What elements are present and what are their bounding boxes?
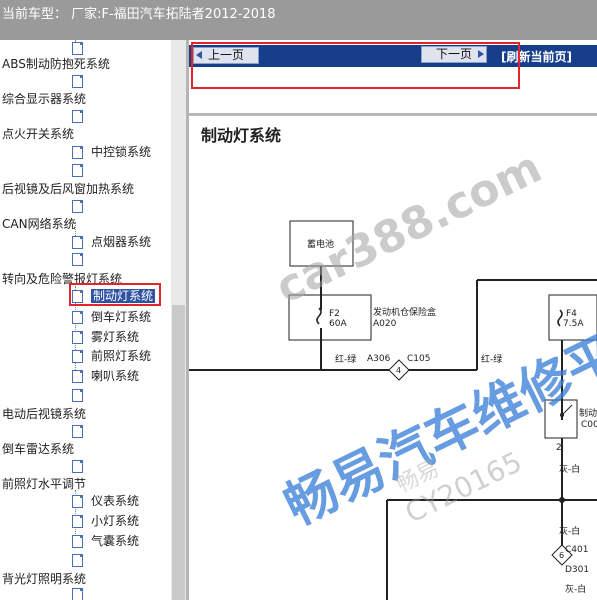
system-tree-sidebar: ABS制动防抱死系统 综合显示器系统 点火开关系统 中控锁系统 后视镜及后风窗加… — [0, 40, 186, 600]
tree-doc-icon — [72, 460, 84, 473]
tree-doc-icon — [72, 110, 84, 123]
document-icon — [72, 554, 83, 567]
connector-c105-pin: 4 — [396, 366, 401, 375]
document-icon — [72, 253, 83, 266]
tree-category[interactable]: 点火开关系统 — [2, 127, 74, 141]
tree-doc-icon — [72, 253, 84, 266]
document-icon — [72, 350, 83, 363]
tree-leaf-label: 前照灯系统 — [91, 349, 152, 363]
tree-leaf[interactable]: 中控锁系统 — [72, 145, 151, 159]
tree-leaf[interactable]: 喇叭系统 — [72, 369, 139, 383]
tree-category[interactable]: ABS制动防抱死系统 — [2, 57, 110, 71]
document-icon — [72, 588, 83, 600]
wire-grey-white-label-2: 灰-白 — [559, 525, 580, 537]
tree-leaf-label: 小灯系统 — [91, 514, 140, 528]
document-icon — [72, 164, 83, 177]
tree-leaf-label: 中控锁系统 — [91, 145, 152, 159]
tree-doc-icon — [72, 200, 84, 213]
document-icon — [72, 495, 83, 508]
nav-highlight-box — [191, 42, 520, 89]
connector-c401-label: C401 — [565, 545, 588, 555]
wiring-diagram: 蓄电池 F2 60A 发动机仓保险盒 A020 F4 7.5A 红-绿 红-绿 … — [189, 220, 597, 600]
connector-d301-label: D301 — [565, 565, 589, 575]
tree-category[interactable]: 倒车雷达系统 — [2, 442, 74, 456]
switch-lever — [561, 404, 573, 416]
tree-doc-icon — [72, 554, 84, 567]
tree-leaf-label: 仪表系统 — [91, 494, 140, 508]
document-icon — [72, 311, 83, 324]
document-icon — [72, 515, 83, 528]
fuse-f4-label: F4 — [566, 309, 577, 319]
document-icon — [72, 200, 83, 213]
selected-item-highlight — [69, 283, 161, 306]
document-icon — [72, 389, 83, 402]
document-icon — [72, 110, 83, 123]
tree-category[interactable]: 综合显示器系统 — [2, 92, 86, 106]
fusebox-code: A020 — [373, 319, 397, 329]
document-icon — [72, 75, 83, 88]
connector-a306-label: A306 — [367, 354, 391, 364]
tree-doc-icon — [72, 75, 84, 88]
fuse-f4-rating: 7.5A — [563, 319, 584, 329]
current-model-title: 当前车型： 厂家:F-福田汽车拓陆者2012-2018 — [2, 7, 276, 22]
tree-category[interactable]: CAN网络系统 — [2, 217, 76, 231]
document-icon — [72, 370, 83, 383]
document-icon — [72, 535, 83, 548]
tree-leaf[interactable]: 前照灯系统 — [72, 349, 151, 363]
model-header-bar: 当前车型： 厂家:F-福田汽车拓陆者2012-2018 — [0, 0, 597, 40]
tree-leaf-label: 倒车灯系统 — [91, 310, 152, 324]
tree-leaf-label: 点烟器系统 — [91, 235, 152, 249]
wire-red-green-label-2: 红-绿 — [481, 353, 502, 365]
battery-label: 蓄电池 — [307, 238, 334, 250]
document-icon — [72, 146, 83, 159]
brake-switch-code: C00 — [581, 420, 597, 430]
connector-d301-pin: 6 — [559, 551, 564, 560]
tree-category[interactable]: 电动后视镜系统 — [2, 407, 86, 421]
fuse-f2-rating: 60A — [329, 319, 347, 329]
splice-node — [559, 497, 565, 503]
brake-switch-pin: 2 — [556, 443, 562, 453]
tree-doc-icon — [72, 588, 84, 600]
tree-leaf[interactable]: 仪表系统 — [72, 494, 139, 508]
document-icon — [72, 425, 83, 438]
wire-red-green-label-1: 红-绿 — [335, 353, 356, 365]
tree-leaf[interactable]: 点烟器系统 — [72, 235, 151, 249]
connector-c105-label: C105 — [407, 354, 430, 364]
tree-category[interactable]: 前照灯水平调节 — [2, 477, 86, 491]
tree-category[interactable]: 背光灯照明系统 — [2, 572, 86, 586]
sidebar-scrollbar-thumb[interactable] — [172, 305, 185, 600]
document-icon — [72, 236, 83, 249]
wire-grey-white-label-3: 灰-白 — [565, 583, 586, 595]
tree-doc-icon — [72, 42, 84, 55]
fuse-f2-label: F2 — [329, 309, 340, 319]
tree-leaf[interactable]: 倒车灯系统 — [72, 310, 151, 324]
tree-leaf-label: 雾灯系统 — [91, 330, 140, 344]
document-icon — [72, 42, 83, 55]
document-icon — [72, 331, 83, 344]
wire-grey-white-label-1: 灰-白 — [559, 463, 580, 475]
tree-leaf[interactable]: 气囊系统 — [72, 534, 139, 548]
brake-switch-label: 制动 — [579, 407, 597, 419]
tree-doc-icon — [72, 389, 84, 402]
tree-doc-icon — [72, 164, 84, 177]
tree-leaf[interactable]: 雾灯系统 — [72, 330, 139, 344]
tree-leaf-label: 喇叭系统 — [91, 369, 140, 383]
fuse-f2-symbol — [316, 307, 322, 325]
document-icon — [72, 460, 83, 473]
tree-leaf[interactable]: 小灯系统 — [72, 514, 139, 528]
fusebox-label: 发动机仓保险盒 — [373, 306, 436, 318]
tree-category[interactable]: 后视镜及后风窗加热系统 — [2, 182, 134, 196]
fuse-f4-symbol — [557, 309, 563, 327]
tree-doc-icon — [72, 425, 84, 438]
tree-leaf-label: 气囊系统 — [91, 534, 140, 548]
